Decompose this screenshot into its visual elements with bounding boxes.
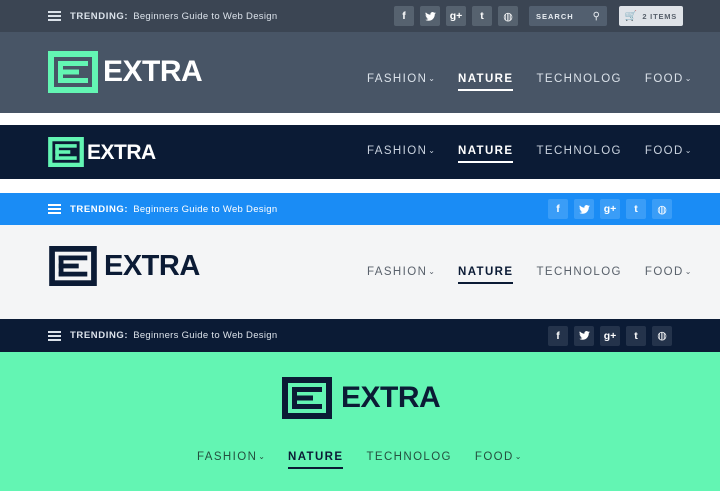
header-3-topbar: TRENDING: Beginners Guide to Web Design … [0, 193, 720, 225]
social-icons: f g+ t ◍ [548, 193, 672, 225]
extra-logo-icon [49, 246, 97, 286]
site-logo[interactable]: EXTRA [48, 246, 200, 286]
logo-text: EXTRA [341, 381, 441, 414]
cart-icon: 🛒 [624, 10, 638, 22]
social-icons: f g+ t ◍ [548, 319, 672, 352]
nav-item-food[interactable]: FOOD⌄ [475, 451, 522, 463]
nav-item-food[interactable]: FOOD⌄ [645, 266, 692, 278]
tumblr-icon[interactable]: t [626, 199, 646, 219]
twitter-icon[interactable] [420, 6, 440, 26]
nav-item-fashion[interactable]: FASHION⌄ [367, 73, 435, 85]
tumblr-icon[interactable]: t [626, 325, 646, 346]
nav-item-technolog[interactable]: TECHNOLOG [536, 73, 621, 85]
chevron-down-icon: ⌄ [428, 267, 435, 276]
nav-item-nature[interactable]: NATURE [457, 266, 514, 284]
extra-logo-icon [48, 137, 84, 167]
header-4-main: EXTRA FASHION⌄ NATURE TECHNOLOG FOOD⌄ [0, 352, 720, 491]
trending-label: TRENDING: [70, 203, 129, 215]
search-input[interactable]: SEARCH ⚲ [529, 6, 607, 26]
header-4-topbar: TRENDING: Beginners Guide to Web Design … [0, 319, 720, 352]
main-nav: FASHION⌄ NATURE TECHNOLOG FOOD⌄ [367, 145, 692, 163]
hamburger-menu-icon[interactable] [48, 11, 61, 21]
extra-logo-icon [282, 377, 332, 419]
nav-item-nature[interactable]: NATURE [457, 73, 514, 91]
twitter-icon[interactable] [574, 325, 594, 346]
chevron-down-icon: ⌄ [258, 452, 265, 461]
chevron-down-icon: ⌄ [684, 267, 692, 276]
facebook-icon[interactable]: f [548, 199, 568, 219]
header-3-main: EXTRA FASHION⌄ NATURE TECHNOLOG FOOD⌄ [0, 225, 720, 319]
dribbble-icon[interactable]: ◍ [498, 6, 518, 26]
tumblr-icon[interactable]: t [472, 6, 492, 26]
cart-label: 2 ITEMS [642, 11, 678, 21]
search-icon[interactable]: ⚲ [593, 11, 600, 22]
cart-button[interactable]: 🛒 2 ITEMS [619, 6, 683, 26]
site-logo[interactable]: EXTRA [48, 137, 156, 167]
trending-text[interactable]: Beginners Guide to Web Design [133, 11, 277, 22]
nav-item-fashion[interactable]: FASHION⌄ [367, 266, 435, 278]
main-nav: FASHION⌄ NATURE TECHNOLOG FOOD⌄ [367, 266, 692, 284]
nav-item-technolog[interactable]: TECHNOLOG [536, 266, 621, 278]
logo-text: EXTRA [104, 249, 200, 282]
chevron-down-icon: ⌄ [514, 452, 522, 461]
social-icons: f g+ t ◍ SEARCH ⚲ 🛒 2 ITEMS [394, 0, 683, 32]
trending-label: TRENDING: [70, 10, 129, 22]
main-nav: FASHION⌄ NATURE TECHNOLOG FOOD⌄ [367, 73, 692, 91]
hamburger-menu-icon[interactable] [48, 204, 61, 214]
site-logo[interactable]: EXTRA [48, 51, 203, 93]
header-1-topbar: TRENDING: Beginners Guide to Web Design … [0, 0, 720, 32]
dribbble-icon[interactable]: ◍ [652, 325, 672, 346]
trending-bar[interactable]: TRENDING: Beginners Guide to Web Design [48, 193, 277, 225]
trending-text[interactable]: Beginners Guide to Web Design [133, 330, 277, 341]
google-plus-icon[interactable]: g+ [600, 325, 620, 346]
extra-logo-icon [48, 51, 98, 93]
logo-text: EXTRA [103, 55, 203, 88]
nav-item-fashion[interactable]: FASHION⌄ [367, 145, 435, 157]
header-1-main: EXTRA FASHION⌄ NATURE TECHNOLOG FOOD⌄ [0, 32, 720, 113]
hamburger-menu-icon[interactable] [48, 330, 61, 341]
facebook-icon[interactable]: f [548, 325, 568, 346]
nav-item-food[interactable]: FOOD⌄ [645, 145, 692, 157]
site-logo[interactable]: EXTRA [280, 377, 441, 419]
google-plus-icon[interactable]: g+ [600, 199, 620, 219]
chevron-down-icon: ⌄ [428, 74, 435, 83]
trending-bar[interactable]: TRENDING: Beginners Guide to Web Design [48, 0, 277, 32]
nav-item-nature[interactable]: NATURE [287, 451, 344, 469]
logo-text: EXTRA [87, 140, 156, 164]
google-plus-icon[interactable]: g+ [446, 6, 466, 26]
trending-label: TRENDING: [70, 330, 129, 341]
trending-text[interactable]: Beginners Guide to Web Design [133, 204, 277, 215]
twitter-icon[interactable] [574, 199, 594, 219]
nav-item-technolog[interactable]: TECHNOLOG [536, 145, 621, 157]
trending-bar[interactable]: TRENDING: Beginners Guide to Web Design [48, 319, 277, 352]
facebook-icon[interactable]: f [394, 6, 414, 26]
nav-item-technolog[interactable]: TECHNOLOG [366, 451, 451, 463]
nav-item-nature[interactable]: NATURE [457, 145, 514, 163]
search-label: SEARCH [536, 11, 574, 21]
chevron-down-icon: ⌄ [428, 146, 435, 155]
main-nav: FASHION⌄ NATURE TECHNOLOG FOOD⌄ [197, 451, 522, 469]
dribbble-icon[interactable]: ◍ [652, 199, 672, 219]
header-2-main: EXTRA FASHION⌄ NATURE TECHNOLOG FOOD⌄ [0, 125, 720, 179]
chevron-down-icon: ⌄ [684, 146, 692, 155]
nav-item-food[interactable]: FOOD⌄ [645, 73, 692, 85]
chevron-down-icon: ⌄ [684, 74, 692, 83]
nav-item-fashion[interactable]: FASHION⌄ [197, 451, 265, 463]
